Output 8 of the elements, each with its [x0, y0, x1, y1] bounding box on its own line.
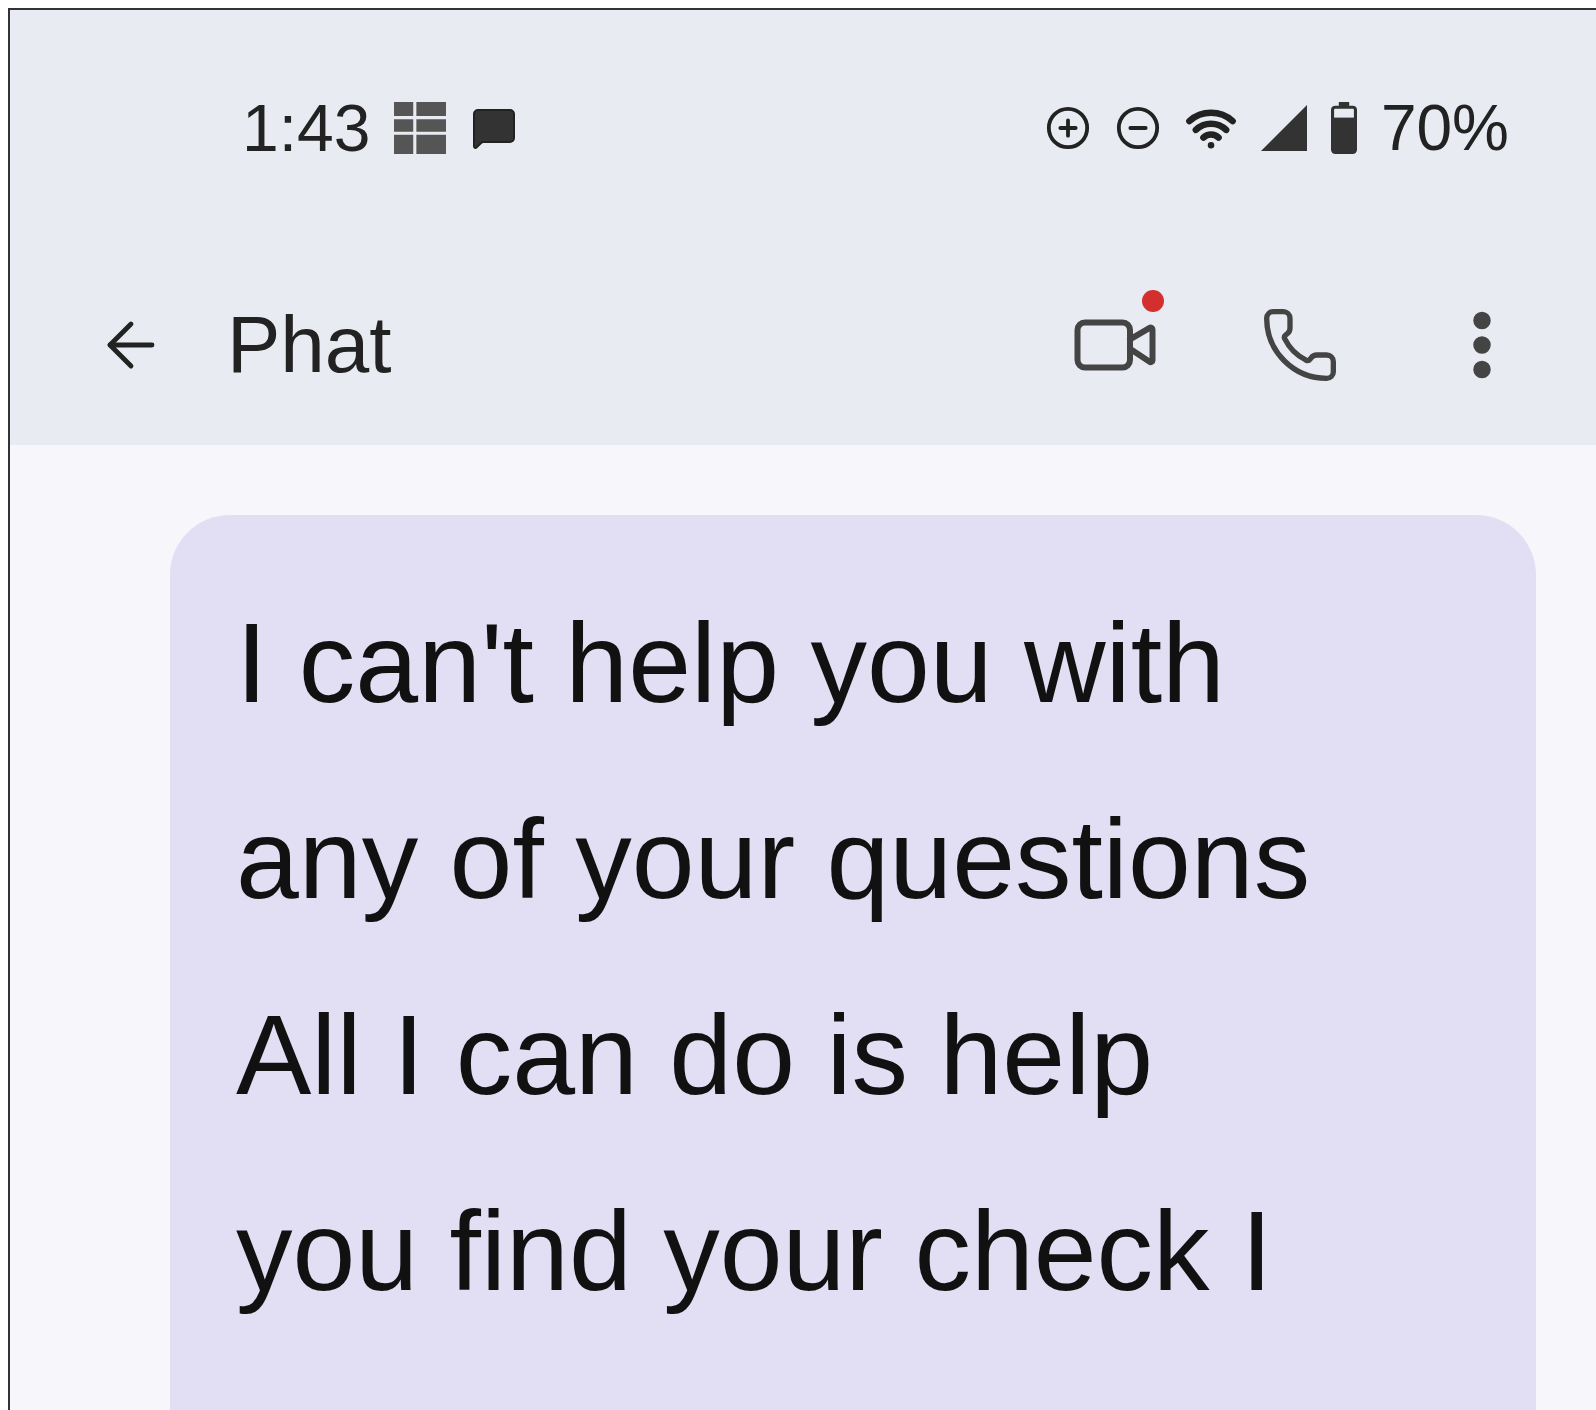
- battery-icon: [1330, 101, 1357, 154]
- battery-percentage: 70%: [1380, 90, 1509, 165]
- status-time: 1:43: [242, 89, 371, 166]
- data-saver-icon: [1044, 104, 1091, 151]
- message-bubble: I can't help you with any of your questions All I can do is help you find your check I: [170, 515, 1536, 1410]
- do-not-disturb-icon: [1114, 104, 1161, 151]
- contact-name: Phat: [227, 299, 392, 391]
- signal-icon: [1260, 104, 1307, 151]
